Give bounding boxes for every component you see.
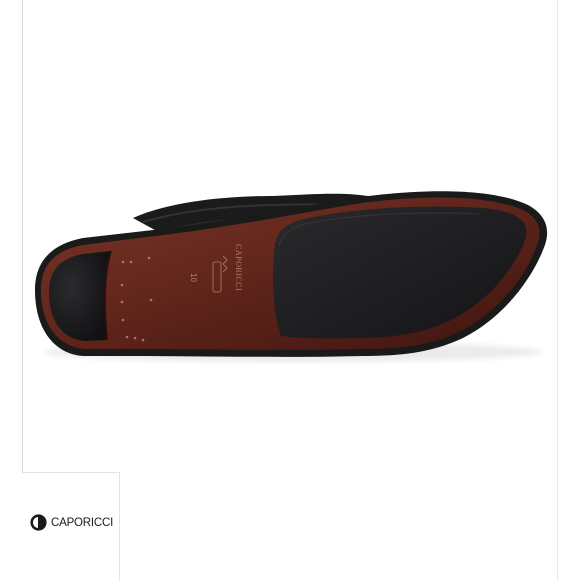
brand-logo: CAPORICCI	[30, 514, 113, 531]
product-image-viewer: CAPORICCI 10 CAPORICCI	[0, 0, 580, 581]
brand-stamp: CAPORICCI	[234, 244, 243, 291]
right-divider	[557, 0, 558, 580]
caporicci-logo-icon	[30, 514, 47, 531]
brand-logo-tile[interactable]: CAPORICCI	[22, 472, 120, 581]
shoe-sole-photo[interactable]: CAPORICCI 10	[23, 0, 557, 470]
brand-logo-label: CAPORICCI	[51, 516, 114, 529]
size-stamp: 10	[189, 273, 198, 282]
